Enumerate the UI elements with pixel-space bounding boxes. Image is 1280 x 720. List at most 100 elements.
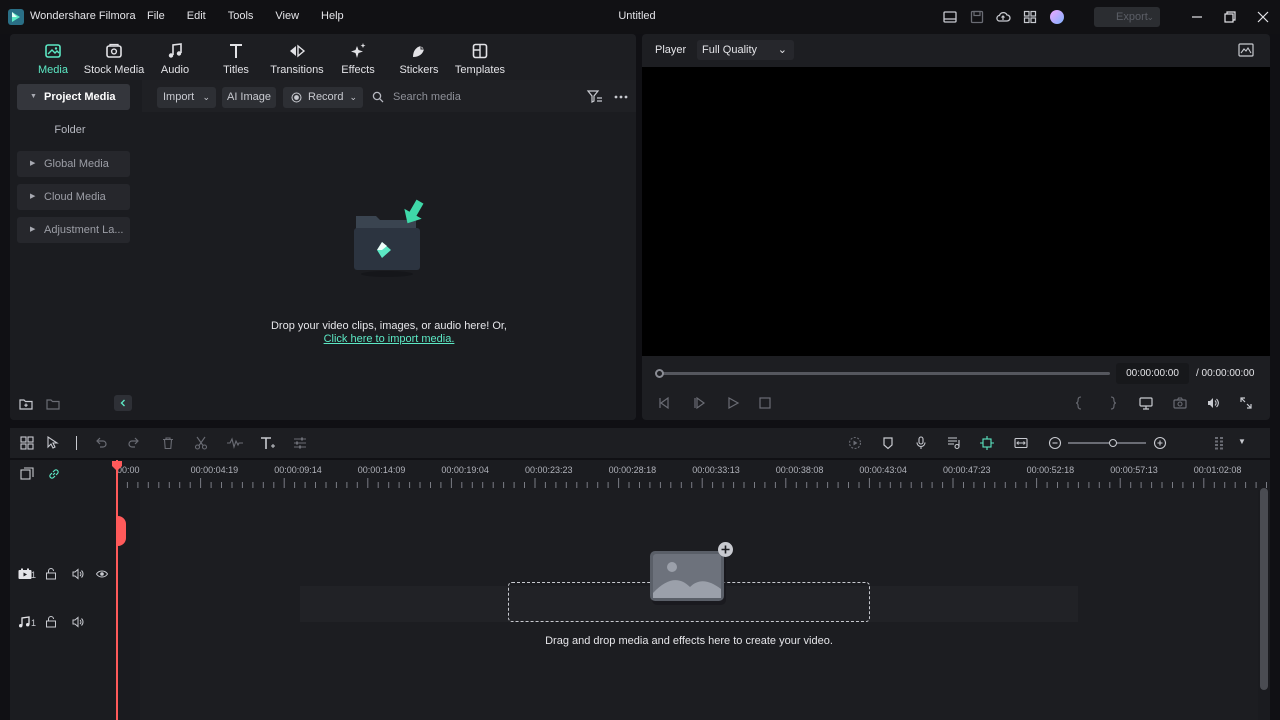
play-icon[interactable] [726,396,740,410]
menu-tools[interactable]: Tools [228,10,254,22]
tab-stickers[interactable]: Stickers [386,40,452,76]
preview-screen[interactable] [642,67,1270,356]
ruler-label: 00:00:33:13 [692,465,740,475]
lock-track-icon[interactable] [45,616,57,628]
record-icon [291,92,302,103]
minimize-icon[interactable] [1189,9,1205,25]
sidebar-item-adjustment-layer[interactable]: ▶ Adjustment La... [17,217,130,243]
tab-effects[interactable]: Effects [325,40,391,76]
zoom-slider-track[interactable] [1068,442,1146,444]
sidebar-item-project-media[interactable]: ▼ Project Media [17,84,130,110]
record-button[interactable]: Record ⌄ [283,87,363,108]
import-media-link[interactable]: Click here to import media. [142,333,636,345]
mark-in-icon[interactable] [1072,396,1086,410]
playhead-top-marker[interactable] [112,461,122,471]
playback-progress-bar[interactable] [658,372,1110,375]
video-track-number: 1 [31,570,37,580]
media-library: Import ⌄ AI Image Record ⌄ Search media [142,80,636,420]
layout-grid-icon[interactable] [20,436,34,450]
redo-icon[interactable] [127,436,141,450]
ai-image-button[interactable]: AI Image [222,87,276,108]
zoom-out-icon[interactable] [1048,436,1062,450]
cloud-upload-icon[interactable] [995,9,1011,25]
avatar-icon[interactable] [1049,9,1065,25]
folder-icon[interactable] [45,396,61,412]
tab-media[interactable]: Media [20,40,86,76]
export-button[interactable]: Export ⌄ [1094,7,1160,27]
apps-grid-icon[interactable] [1022,9,1038,25]
fullscreen-icon[interactable] [1239,396,1253,410]
search-input[interactable]: Search media [393,91,461,103]
mute-track-icon[interactable] [72,616,84,628]
display-settings-icon[interactable] [1139,396,1153,410]
mark-out-icon[interactable] [1106,396,1120,410]
player-panel: Player Full Quality ⌄ 00:00:00:00 / 00:0… [642,34,1270,420]
split-scissors-icon[interactable] [194,436,208,450]
tab-audio[interactable]: Audio [142,40,208,76]
tab-titles[interactable]: Titles [203,40,269,76]
undo-icon[interactable] [94,436,108,450]
tab-label: Media [38,64,68,76]
adjust-sliders-icon[interactable] [293,436,307,450]
select-pointer-icon[interactable] [46,436,60,450]
menu-edit[interactable]: Edit [187,10,206,22]
timeline-vertical-scrollbar[interactable] [1260,488,1268,690]
add-track-icon[interactable] [20,467,34,481]
snapshot-camera-icon[interactable] [1173,396,1187,410]
sidebar-item-cloud-media[interactable]: ▶ Cloud Media [17,184,130,210]
menu-help[interactable]: Help [321,10,344,22]
playhead-handle[interactable] [117,516,126,546]
save-icon[interactable] [969,9,985,25]
filter-icon[interactable] [586,89,604,105]
current-timecode[interactable]: 00:00:00:00 [1116,363,1189,384]
triangle-down-icon[interactable]: ▼ [1238,437,1246,446]
menu-view[interactable]: View [275,10,299,22]
tab-transitions[interactable]: Transitions [264,40,330,76]
marker-shield-icon[interactable] [881,436,895,450]
close-icon[interactable] [1255,9,1271,25]
import-folder-illustration-icon[interactable] [350,198,428,278]
microphone-icon[interactable] [914,436,928,450]
fit-timeline-icon[interactable] [1014,436,1028,450]
delete-trash-icon[interactable] [161,436,175,450]
previous-frame-icon[interactable] [657,396,671,410]
sidebar-item-global-media[interactable]: ▶ Global Media [17,151,130,177]
eye-visibility-icon[interactable] [96,568,108,580]
mute-track-icon[interactable] [72,568,84,580]
ruler-label: 00:00:47:23 [943,465,991,475]
import-button[interactable]: Import ⌄ [157,87,216,108]
timeline-ruler[interactable]: 00:00 00:00:04:19 00:00:09:14 00:00:14:09 00… [117,460,1270,490]
progress-handle[interactable] [655,369,664,378]
stop-icon[interactable] [758,396,772,410]
snap-magnet-icon[interactable] [980,436,994,450]
zoom-slider-handle[interactable] [1109,439,1117,447]
ai-image-label: AI Image [226,91,272,103]
restore-icon[interactable] [1222,9,1238,25]
sidebar-item-folder[interactable]: Folder [10,124,130,136]
lock-track-icon[interactable] [45,568,57,580]
audio-split-icon[interactable] [226,436,244,450]
triangle-down-icon: ▼ [30,93,37,100]
new-folder-icon[interactable] [18,396,34,412]
track-settings-grid-icon[interactable] [1213,436,1227,450]
playhead[interactable] [116,460,118,720]
drop-zone-caption: Drag and drop media and effects here to … [545,635,833,647]
more-options-icon[interactable] [613,89,629,105]
next-frame-icon[interactable] [692,396,706,410]
zoom-in-icon[interactable] [1153,436,1167,450]
add-text-icon[interactable] [260,436,276,450]
layout-icon[interactable] [942,9,958,25]
tab-stock-media[interactable]: Stock Media [81,40,147,76]
render-preview-icon[interactable] [848,436,862,450]
image-settings-icon[interactable] [1238,43,1254,57]
link-icon[interactable] [47,467,61,481]
volume-icon[interactable] [1206,396,1220,410]
transitions-icon [290,44,306,58]
plus-circle-icon[interactable] [717,541,734,558]
tab-templates[interactable]: Templates [447,40,513,76]
media-tabs: Media Stock Media Audio Titles Transitio… [10,34,636,80]
quality-select[interactable]: Full Quality ⌄ [697,40,794,60]
audio-mixer-icon[interactable] [947,436,961,450]
menu-file[interactable]: File [147,10,165,22]
collapse-sidebar-button[interactable] [114,395,132,411]
